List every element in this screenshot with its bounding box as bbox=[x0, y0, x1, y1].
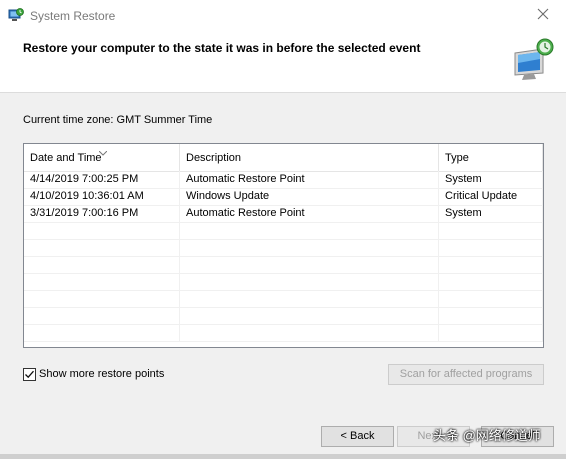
empty-row bbox=[24, 239, 543, 257]
cell-description: Automatic Restore Point bbox=[180, 171, 439, 188]
cell-description: Automatic Restore Point bbox=[180, 205, 439, 222]
cell-date-time: 3/31/2019 7:00:16 PM bbox=[24, 205, 180, 222]
close-button[interactable] bbox=[520, 0, 566, 31]
empty-row bbox=[24, 273, 543, 291]
empty-cell bbox=[180, 307, 439, 324]
cell-date-time: 4/14/2019 7:00:25 PM bbox=[24, 171, 180, 188]
empty-row bbox=[24, 222, 543, 240]
system-restore-icon bbox=[8, 7, 24, 23]
cell-type: Critical Update bbox=[439, 188, 543, 205]
show-more-label: Show more restore points bbox=[39, 368, 165, 380]
show-more-restore-points[interactable]: Show more restore points bbox=[23, 366, 164, 382]
column-description[interactable]: Description bbox=[180, 144, 439, 171]
empty-row bbox=[24, 256, 543, 274]
bottom-edge bbox=[0, 454, 566, 459]
table-row[interactable]: 4/14/2019 7:00:25 PM Automatic Restore P… bbox=[24, 171, 543, 189]
empty-cell bbox=[439, 256, 543, 273]
empty-cell bbox=[439, 324, 543, 341]
cell-type: System bbox=[439, 205, 543, 222]
empty-cell bbox=[24, 324, 180, 341]
empty-cell bbox=[439, 290, 543, 307]
empty-cell bbox=[24, 307, 180, 324]
column-type[interactable]: Type bbox=[439, 144, 543, 171]
empty-cell bbox=[180, 222, 439, 239]
table-row[interactable]: 4/10/2019 10:36:01 AM Windows Update Cri… bbox=[24, 188, 543, 206]
page-title: Restore your computer to the state it wa… bbox=[23, 41, 421, 55]
empty-cell bbox=[180, 324, 439, 341]
empty-row bbox=[24, 307, 543, 325]
empty-cell bbox=[439, 222, 543, 239]
cancel-button[interactable]: Cancel bbox=[481, 426, 554, 447]
restore-points-list[interactable]: Date and Time Description Type 4/14/2019… bbox=[23, 143, 544, 348]
empty-row bbox=[24, 290, 543, 308]
title-bar: System Restore bbox=[0, 0, 566, 31]
empty-cell bbox=[439, 307, 543, 324]
back-button[interactable]: < Back bbox=[321, 426, 394, 447]
cell-type: System bbox=[439, 171, 543, 188]
empty-cell bbox=[439, 273, 543, 290]
empty-cell bbox=[24, 256, 180, 273]
cell-date-time: 4/10/2019 10:36:01 AM bbox=[24, 188, 180, 205]
empty-cell bbox=[24, 290, 180, 307]
window-title: System Restore bbox=[30, 9, 116, 23]
column-date-time[interactable]: Date and Time bbox=[24, 144, 180, 171]
empty-cell bbox=[180, 273, 439, 290]
timezone-label: Current time zone: GMT Summer Time bbox=[23, 114, 213, 126]
empty-cell bbox=[180, 256, 439, 273]
next-button[interactable]: Next > bbox=[397, 426, 470, 447]
empty-cell bbox=[180, 239, 439, 256]
table-row[interactable]: 3/31/2019 7:00:16 PM Automatic Restore P… bbox=[24, 205, 543, 223]
empty-cell bbox=[180, 290, 439, 307]
empty-cell bbox=[439, 239, 543, 256]
close-icon bbox=[537, 8, 549, 23]
empty-row bbox=[24, 324, 543, 342]
monitor-restore-icon bbox=[512, 37, 558, 83]
show-more-checkbox[interactable] bbox=[23, 367, 36, 381]
cell-description: Windows Update bbox=[180, 188, 439, 205]
empty-cell bbox=[24, 222, 180, 239]
empty-cell bbox=[24, 239, 180, 256]
checkmark-icon bbox=[25, 370, 34, 378]
wizard-header: Restore your computer to the state it wa… bbox=[0, 31, 566, 93]
scan-affected-programs-button[interactable]: Scan for affected programs bbox=[388, 364, 544, 385]
empty-cell bbox=[24, 273, 180, 290]
list-header: Date and Time Description Type bbox=[24, 144, 543, 172]
